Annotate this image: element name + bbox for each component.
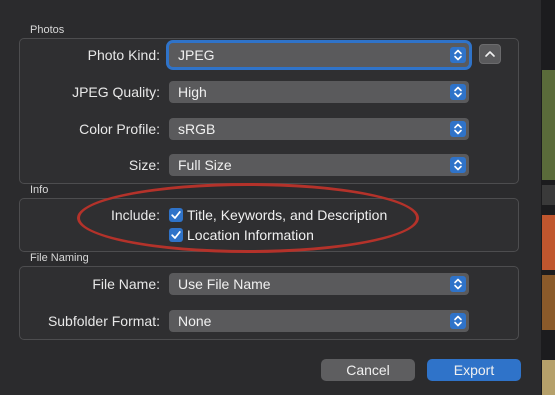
- thumbnail-image: [542, 70, 555, 180]
- photo-kind-value: JPEG: [178, 47, 215, 63]
- cancel-button[interactable]: Cancel: [321, 359, 415, 381]
- color-profile-popup[interactable]: sRGB: [169, 118, 469, 140]
- stepper-icon: [450, 313, 466, 329]
- subfolder-format-label: Subfolder Format:: [47, 313, 160, 329]
- checkbox-label: Title, Keywords, and Description: [187, 207, 388, 223]
- photo-kind-label: Photo Kind:: [87, 47, 160, 63]
- thumbnail-image: [542, 215, 555, 270]
- jpeg-quality-label: JPEG Quality:: [72, 84, 160, 100]
- stepper-icon: [450, 157, 466, 173]
- stepper-icon: [450, 276, 466, 292]
- chevron-up-icon: [485, 51, 495, 57]
- stepper-icon: [450, 47, 466, 63]
- export-button[interactable]: Export: [427, 359, 521, 381]
- color-profile-value: sRGB: [178, 121, 216, 137]
- stepper-icon: [450, 121, 466, 137]
- file-naming-section-label: File Naming: [30, 252, 89, 264]
- stepper-icon: [450, 84, 466, 100]
- checkmark-icon: [171, 211, 181, 219]
- background-photo-strip: [541, 0, 555, 395]
- file-name-value: Use File Name: [178, 276, 271, 292]
- info-section-label: Info: [30, 184, 49, 196]
- subfolder-format-value: None: [178, 313, 212, 329]
- checkbox-label: Location Information: [187, 227, 314, 243]
- subfolder-format-popup[interactable]: None: [169, 310, 469, 332]
- size-value: Full Size: [178, 157, 232, 173]
- checkmark-icon: [171, 231, 181, 239]
- file-name-label: File Name:: [92, 276, 160, 292]
- include-label: Include:: [110, 207, 160, 223]
- jpeg-quality-popup[interactable]: High: [169, 81, 469, 103]
- thumbnail-image: [542, 360, 555, 395]
- checkbox[interactable]: [169, 228, 183, 242]
- thumbnail-image: [542, 185, 555, 205]
- size-popup[interactable]: Full Size: [169, 154, 469, 176]
- thumbnail-image: [542, 275, 555, 330]
- jpeg-quality-value: High: [178, 84, 207, 100]
- photos-section-label: Photos: [30, 24, 65, 36]
- photo-kind-popup[interactable]: JPEG: [169, 43, 469, 67]
- color-profile-label: Color Profile:: [79, 121, 160, 137]
- size-label: Size:: [128, 157, 160, 173]
- disclosure-button[interactable]: [479, 44, 501, 64]
- file-name-popup[interactable]: Use File Name: [169, 273, 469, 295]
- checkbox[interactable]: [169, 208, 183, 222]
